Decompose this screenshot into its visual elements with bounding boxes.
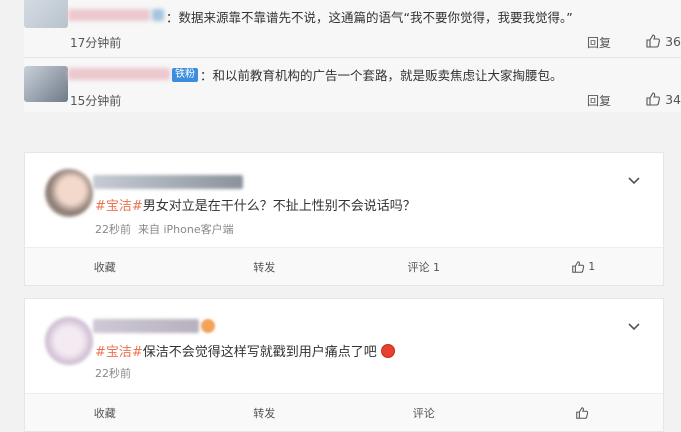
reply-text: ：数据来源靠不靠谱先不说，这通篇的语气“我不要你觉得，我要我觉得。” [166,10,573,25]
thumb-up-icon [645,91,661,107]
like-button[interactable]: 34 [645,91,681,107]
like-button[interactable] [504,406,664,420]
reply-button[interactable]: 回复 [587,92,611,109]
avatar[interactable] [45,317,93,365]
badge-icon [201,319,215,333]
post-content: #宝洁#男女对立是在干什么？不扯上性别不会说话吗？ [95,195,416,214]
reply-item: ：数据来源靠不靠谱先不说，这通篇的语气“我不要你觉得，我要我觉得。” 17分钟前… [24,0,681,56]
avatar[interactable] [24,0,68,28]
username[interactable] [68,68,170,80]
avatar[interactable] [45,169,93,217]
comment-button[interactable]: 评论 1 [344,259,504,275]
verified-icon [152,9,164,21]
like-button[interactable]: 36 [645,33,681,49]
post-text: 男女对立是在干什么？不扯上性别不会说话吗？ [142,199,416,214]
post-card: #宝洁#男女对立是在干什么？不扯上性别不会说话吗？ 22秒前 来自 iPhone… [24,152,664,286]
comment-button[interactable]: 评论 [344,405,504,421]
thumb-up-icon [571,260,585,274]
reply-time: 17分钟前 [70,36,122,50]
like-button[interactable]: 1 [504,260,664,274]
post-text: 保洁不会觉得这样写就戳到用户痛点了吧 [142,345,377,360]
chevron-down-icon[interactable] [627,173,641,187]
collect-button[interactable]: 收藏 [25,259,185,275]
post-meta: 22秒前 来自 iPhone客户端 [95,221,234,237]
username[interactable] [93,319,199,333]
reply-time: 15分钟前 [70,94,122,108]
username[interactable] [68,9,150,21]
repost-button[interactable]: 转发 [185,405,345,421]
post-content: #宝洁#保洁不会觉得这样写就戳到用户痛点了吧 [95,341,395,360]
fan-badge: 铁粉 [172,68,198,82]
repost-button[interactable]: 转发 [185,259,345,275]
hashtag-link[interactable]: #宝洁# [95,199,143,214]
like-count: 1 [588,260,596,273]
action-bar: 收藏 转发 评论 1 1 [25,247,663,285]
post-time[interactable]: 22秒前 [95,223,131,236]
reply-item: 铁粉 ：和以前教育机构的广告一个套路，就是贩卖焦虑让大家掏腰包。 15分钟前 回… [24,58,681,114]
thumb-up-icon [575,406,589,420]
reply-text: ：和以前教育机构的广告一个套路，就是贩卖焦虑让大家掏腰包。 [200,68,563,83]
like-count: 36 [665,33,681,49]
like-count: 34 [665,91,681,107]
username[interactable] [93,175,243,189]
post-source: 来自 iPhone客户端 [138,223,234,236]
avatar[interactable] [24,66,68,102]
post-card: #宝洁#保洁不会觉得这样写就戳到用户痛点了吧 22秒前 收藏 转发 评论 [24,298,664,432]
post-time[interactable]: 22秒前 [95,367,131,380]
reply-button[interactable]: 回复 [587,34,611,51]
thumb-up-icon [645,33,661,49]
collect-button[interactable]: 收藏 [25,405,185,421]
post-meta: 22秒前 [95,365,131,381]
action-bar: 收藏 转发 评论 [25,393,663,431]
angry-emoji-icon [380,344,395,358]
hashtag-link[interactable]: #宝洁# [95,345,143,360]
reply-block: ：数据来源靠不靠谱先不说，这通篇的语气“我不要你觉得，我要我觉得。” 17分钟前… [24,0,681,112]
chevron-down-icon[interactable] [627,319,641,333]
